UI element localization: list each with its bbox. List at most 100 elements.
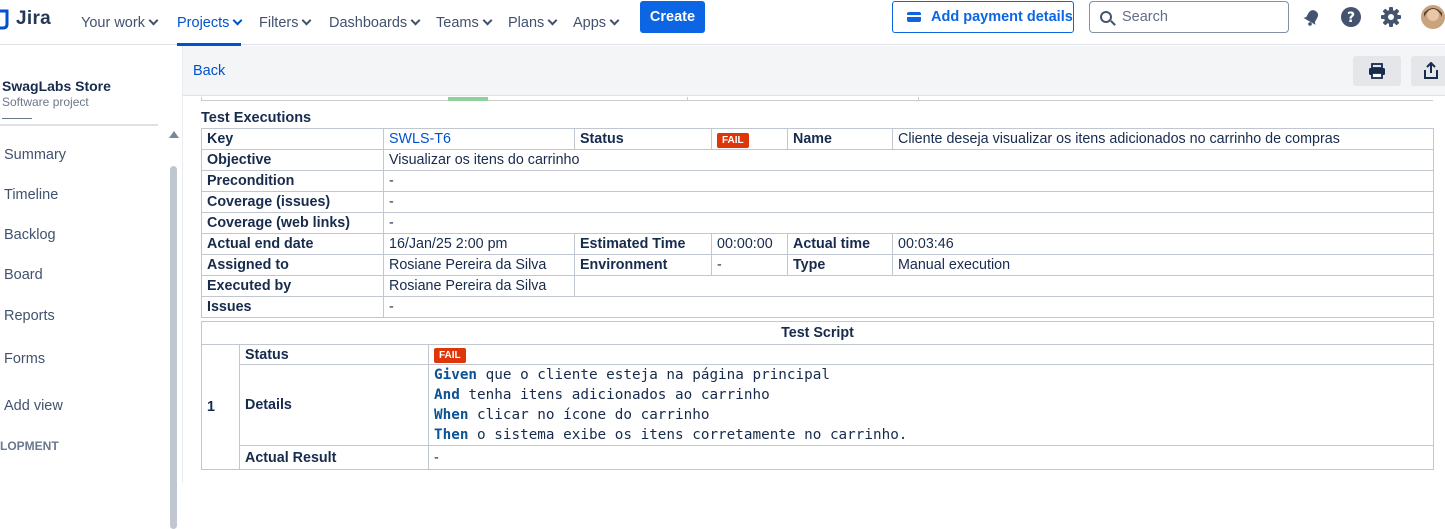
objective-label: Objective xyxy=(201,149,384,171)
profile-avatar-button[interactable] xyxy=(1420,3,1445,31)
search-input[interactable]: Search xyxy=(1089,1,1289,33)
step-status-cell: FAIL xyxy=(428,344,1434,365)
table-row: Assigned to Rosiane Pereira da Silva Env… xyxy=(201,254,1434,276)
nav-teams[interactable]: Teams xyxy=(436,0,493,45)
actual-end-date-value: 16/Jan/25 2:00 pm xyxy=(383,233,575,255)
credit-card-icon xyxy=(907,12,921,22)
nav-label: Dashboards xyxy=(329,14,408,31)
table-row: 1 Status FAIL xyxy=(201,344,1434,470)
printer-icon xyxy=(1369,63,1385,79)
jira-brand-text: Jira xyxy=(16,8,52,29)
executed-by-value: Rosiane Pereira da Silva xyxy=(383,275,575,297)
gherkin-keyword: Then xyxy=(434,427,469,443)
key-label: Key xyxy=(201,128,384,150)
nav-label: Filters xyxy=(259,14,299,31)
test-executions-title: Test Executions xyxy=(201,110,312,126)
estimated-time-label: Estimated Time xyxy=(574,233,712,255)
table-divider xyxy=(918,97,919,101)
sidebar-scrollbar[interactable] xyxy=(170,166,177,529)
test-script-title: Test Script xyxy=(201,321,1434,345)
table-row: Precondition - xyxy=(201,170,1434,192)
test-script-table: Test Script 1 Status FAIL Details Given … xyxy=(201,321,1434,470)
sidebar-item-backlog[interactable]: Backlog xyxy=(4,227,56,243)
gherkin-text: que o cliente esteja na página principal xyxy=(477,367,830,383)
gherkin-line: Then o sistema exibe os itens corretamen… xyxy=(434,425,1428,445)
notifications-button[interactable] xyxy=(1300,5,1324,29)
status-value-cell: FAIL xyxy=(711,128,788,150)
assigned-to-value: Rosiane Pereira da Silva xyxy=(383,254,575,276)
test-key-link[interactable]: SWLS-T6 xyxy=(389,131,451,147)
sidebar-item-board[interactable]: Board xyxy=(4,267,43,283)
avatar xyxy=(1421,5,1445,29)
project-header[interactable]: SwagLabs Store Software project xyxy=(2,78,111,109)
precondition-value: - xyxy=(383,170,1434,192)
table-divider xyxy=(687,97,688,101)
chevron-down-icon xyxy=(410,15,421,26)
sidebar-item-summary[interactable]: Summary xyxy=(4,147,66,163)
nav-plans[interactable]: Plans xyxy=(508,0,558,45)
jira-logo-icon xyxy=(0,9,9,30)
create-button[interactable]: Create xyxy=(640,1,705,33)
table-row: Test Script xyxy=(201,321,1434,345)
nav-your-work[interactable]: Your work xyxy=(81,0,159,45)
help-button[interactable]: ? xyxy=(1339,5,1363,29)
environment-value: - xyxy=(711,254,788,276)
nav-projects[interactable]: Projects xyxy=(177,0,243,46)
help-icon: ? xyxy=(1341,7,1361,27)
table-row: Details Given que o cliente esteja na pá… xyxy=(202,364,1434,446)
status-label: Status xyxy=(574,128,712,150)
issues-value: - xyxy=(383,296,1434,318)
jira-logo[interactable]: Jira xyxy=(0,8,51,30)
environment-label: Environment xyxy=(574,254,712,276)
progress-segment xyxy=(448,97,488,101)
nav-filters[interactable]: Filters xyxy=(259,0,312,45)
share-icon xyxy=(1424,62,1438,79)
gherkin-text: clicar no ícone do carrinho xyxy=(468,407,710,423)
estimated-time-value: 00:00:00 xyxy=(711,233,788,255)
chevron-down-icon xyxy=(148,15,159,26)
executed-by-label: Executed by xyxy=(201,275,384,297)
empty-cell xyxy=(574,275,1434,297)
sidebar-item-forms[interactable]: Forms xyxy=(4,351,45,367)
search-icon xyxy=(1100,11,1112,23)
table-row: Objective Visualizar os itens do carrinh… xyxy=(201,149,1434,171)
chevron-down-icon xyxy=(547,15,558,26)
name-value: Cliente deseja visualizar os itens adici… xyxy=(892,128,1434,150)
nav-dashboards[interactable]: Dashboards xyxy=(329,0,421,45)
previous-table-remnant xyxy=(201,97,1433,101)
coverage-web-links-label: Coverage (web links) xyxy=(201,212,384,234)
nav-label: Projects xyxy=(177,14,230,31)
coverage-web-links-value: - xyxy=(383,212,1434,234)
nav-apps[interactable]: Apps xyxy=(573,0,620,45)
coverage-issues-value: - xyxy=(383,191,1434,213)
back-link[interactable]: Back xyxy=(193,63,225,79)
sidebar-item-reports[interactable]: Reports xyxy=(4,308,55,324)
actual-time-label: Actual time xyxy=(787,233,893,255)
gherkin-keyword: Given xyxy=(434,367,478,383)
chevron-down-icon xyxy=(232,15,243,26)
print-button[interactable] xyxy=(1353,56,1401,86)
gear-icon xyxy=(1381,7,1401,27)
add-payment-details-label: Add payment details xyxy=(931,9,1073,25)
add-payment-details-button[interactable]: Add payment details xyxy=(892,1,1074,33)
bell-icon xyxy=(1303,10,1319,26)
precondition-label: Precondition xyxy=(201,170,384,192)
type-label: Type xyxy=(787,254,893,276)
key-value-cell: SWLS-T6 xyxy=(383,128,575,150)
table-row: Coverage (web links) - xyxy=(201,212,1434,234)
chevron-down-icon xyxy=(482,15,493,26)
export-button[interactable] xyxy=(1411,56,1445,86)
coverage-issues-label: Coverage (issues) xyxy=(201,191,384,213)
issues-label: Issues xyxy=(201,296,384,318)
type-value: Manual execution xyxy=(892,254,1434,276)
gherkin-keyword: When xyxy=(434,407,469,423)
actual-end-date-label: Actual end date xyxy=(201,233,384,255)
settings-button[interactable] xyxy=(1379,5,1403,29)
sidebar-item-add-view[interactable]: Add view xyxy=(4,398,63,414)
assigned-to-label: Assigned to xyxy=(201,254,384,276)
step-details-label: Details xyxy=(239,364,429,446)
chevron-down-icon xyxy=(302,15,312,26)
sidebar-item-timeline[interactable]: Timeline xyxy=(4,187,58,203)
gherkin-keyword: And xyxy=(434,387,460,403)
scroll-up-arrow-icon[interactable] xyxy=(169,131,179,138)
